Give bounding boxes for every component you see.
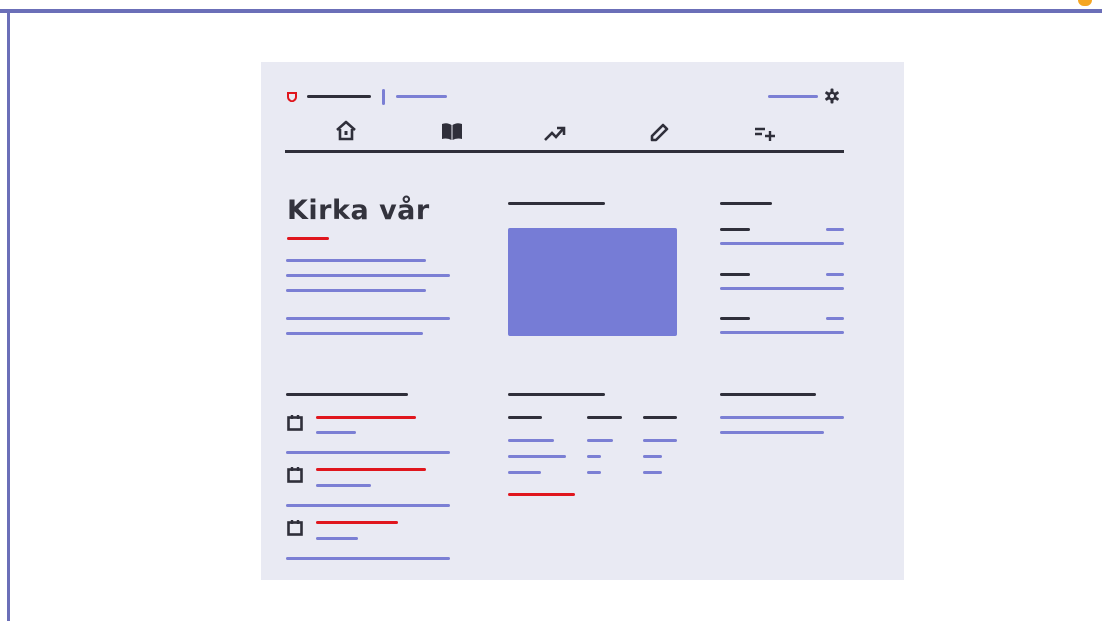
- sidebar-item-value[interactable]: [826, 228, 844, 231]
- header-divider: [382, 89, 385, 105]
- info-heading-placeholder: [720, 393, 816, 396]
- info-text-line-2: [720, 431, 824, 434]
- events-heading-placeholder: [286, 393, 408, 396]
- sidebar-item-label: [720, 273, 750, 276]
- login-link-placeholder[interactable]: [768, 95, 818, 98]
- intro-text-line-3: [286, 289, 426, 292]
- nav-divider: [285, 150, 844, 153]
- intro-text-line-5: [286, 332, 423, 335]
- sidebar-item-label: [720, 228, 750, 231]
- featured-heading-placeholder: [508, 202, 605, 205]
- event-divider: [286, 557, 450, 560]
- sidebar-item-divider: [720, 242, 844, 245]
- sidebar-item-value[interactable]: [826, 317, 844, 320]
- sidebar-item-value[interactable]: [826, 273, 844, 276]
- sidebar-heading-placeholder: [720, 202, 772, 205]
- intro-text-line-1: [286, 259, 426, 262]
- table-column-header: [587, 416, 622, 419]
- book-icon[interactable]: [441, 121, 463, 143]
- calendar-icon: [287, 467, 303, 483]
- event-title-link[interactable]: [316, 521, 398, 524]
- table-cell: [643, 455, 662, 458]
- table-more-link[interactable]: [508, 493, 575, 496]
- table-column-header: [508, 416, 542, 419]
- table-cell: [643, 471, 662, 474]
- event-date-placeholder: [316, 484, 371, 487]
- shield-icon[interactable]: [287, 92, 297, 102]
- sidebar-item-divider: [720, 287, 844, 290]
- home-icon[interactable]: [335, 120, 357, 142]
- calendar-icon: [287, 415, 303, 431]
- table-cell: [508, 439, 554, 442]
- event-date-placeholder: [316, 537, 358, 540]
- table-cell: [643, 439, 677, 442]
- playlist-add-icon[interactable]: [754, 121, 776, 143]
- table-cell: [587, 455, 601, 458]
- sidebar-item-label: [720, 317, 750, 320]
- site-name-placeholder[interactable]: [307, 95, 371, 98]
- event-title-link[interactable]: [316, 416, 416, 419]
- frame-top-border: [0, 0, 1102, 13]
- event-date-placeholder: [316, 431, 356, 434]
- event-divider: [286, 504, 450, 507]
- event-divider: [286, 451, 450, 454]
- table-cell: [587, 439, 613, 442]
- calendar-icon: [287, 520, 303, 536]
- table-cell: [508, 455, 566, 458]
- table-heading-placeholder: [508, 393, 605, 396]
- featured-image[interactable]: [508, 228, 677, 336]
- gear-icon[interactable]: [824, 88, 840, 104]
- event-title-link[interactable]: [316, 468, 426, 471]
- info-text-line-1: [720, 416, 844, 419]
- pencil-icon[interactable]: [648, 122, 670, 144]
- page-title: Kirka vår: [287, 195, 430, 226]
- intro-text-line-4: [286, 317, 450, 320]
- intro-text-line-2: [286, 274, 450, 277]
- table-cell: [587, 471, 601, 474]
- sidebar-item-divider: [720, 331, 844, 334]
- title-underline: [287, 237, 329, 240]
- table-column-header: [643, 416, 677, 419]
- frame-left-border: [7, 13, 10, 621]
- table-cell: [508, 471, 541, 474]
- trending-up-icon[interactable]: [544, 122, 566, 144]
- site-tagline-placeholder: [396, 95, 447, 98]
